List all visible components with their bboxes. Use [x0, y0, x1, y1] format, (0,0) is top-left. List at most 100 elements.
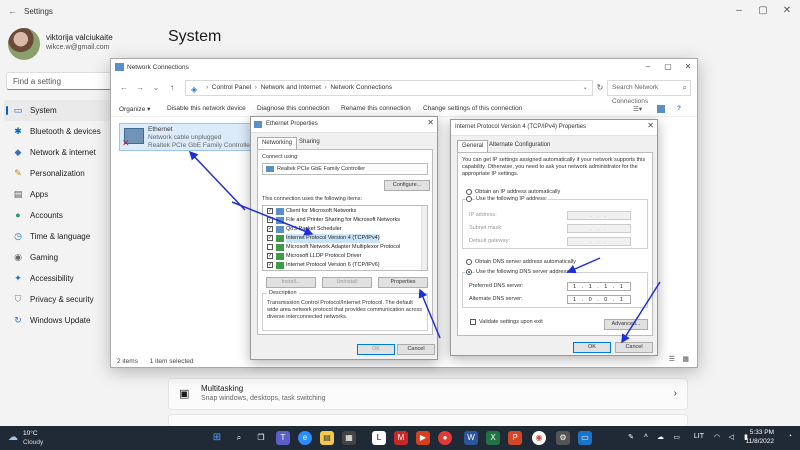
- close-icon[interactable]: ✕: [679, 60, 697, 74]
- breadcrumb-network-internet[interactable]: Network and Internet: [261, 84, 321, 91]
- notification-bell-icon[interactable]: ◔: [788, 433, 792, 440]
- clock-time[interactable]: 5:33 PM: [750, 429, 774, 436]
- back-icon[interactable]: ←: [119, 82, 129, 94]
- cloud-sync-icon[interactable]: ☁: [657, 433, 664, 441]
- checkbox[interactable]: ✓: [267, 217, 273, 223]
- network-connections-taskbar-icon[interactable]: ▭: [578, 431, 592, 445]
- diagnose-connection-button[interactable]: Diagnose this connection: [257, 105, 330, 112]
- pen-icon[interactable]: ✎: [628, 433, 634, 441]
- nav-item-label: Accounts: [30, 211, 63, 220]
- forward-icon[interactable]: →: [135, 82, 145, 94]
- mcafee-icon[interactable]: M: [394, 431, 408, 445]
- checkbox[interactable]: ✓: [267, 253, 273, 259]
- teams-icon[interactable]: T: [276, 431, 290, 445]
- ip-address-field[interactable]: . . .: [567, 211, 631, 220]
- subnet-mask-field[interactable]: . . .: [567, 224, 631, 233]
- tab-networking[interactable]: Networking: [257, 137, 298, 149]
- obtain-dns-auto-radio[interactable]: [466, 259, 472, 265]
- dialog-title: Internet Protocol Version 4 (TCP/IPv4) P…: [455, 124, 587, 130]
- list-scrollbar[interactable]: [421, 206, 427, 270]
- checkbox[interactable]: [267, 244, 273, 250]
- preferred-dns-field[interactable]: 1 . 1 . 1 . 1: [567, 282, 631, 291]
- avatar[interactable]: [8, 28, 40, 60]
- windows-start-icon[interactable]: ⊞: [210, 431, 224, 445]
- advanced-button[interactable]: Advanced...: [604, 319, 648, 330]
- powerpoint-icon[interactable]: P: [508, 431, 522, 445]
- minimize-icon[interactable]: –: [728, 2, 750, 20]
- chrome-icon[interactable]: ◉: [532, 431, 546, 445]
- ok-button[interactable]: OK: [573, 342, 611, 353]
- change-settings-button[interactable]: Change settings of this connection: [423, 105, 522, 112]
- file-explorer-icon[interactable]: ▤: [320, 431, 334, 445]
- checkbox[interactable]: ✓: [267, 235, 273, 241]
- breadcrumb-control-panel[interactable]: Control Panel: [212, 84, 251, 91]
- organize-button[interactable]: Organize ▾: [119, 105, 150, 113]
- use-following-ip-label[interactable]: Use the following IP address:: [475, 196, 549, 202]
- history-dropdown-icon[interactable]: ⌄: [151, 82, 161, 94]
- configure-button[interactable]: Configure...: [384, 180, 430, 191]
- alternate-dns-field[interactable]: 1 . 0 . 0 . 1: [567, 295, 631, 304]
- language-indicator[interactable]: LIT: [694, 433, 704, 440]
- app-l-icon[interactable]: L: [372, 431, 386, 445]
- default-gateway-field[interactable]: . . .: [567, 237, 631, 246]
- ok-button[interactable]: OK: [357, 344, 395, 355]
- checkbox[interactable]: ✓: [267, 208, 273, 214]
- back-arrow-icon[interactable]: ←: [8, 6, 17, 16]
- tab-general[interactable]: General: [457, 140, 489, 152]
- maximize-icon[interactable]: ▢: [752, 2, 774, 20]
- cancel-button[interactable]: Cancel: [397, 344, 435, 355]
- rename-connection-button[interactable]: Rename this connection: [341, 105, 411, 112]
- cancel-button[interactable]: Cancel: [615, 342, 653, 353]
- store-icon[interactable]: ▦: [342, 431, 356, 445]
- search-icon[interactable]: ⌕: [232, 431, 246, 445]
- properties-button[interactable]: Properties: [378, 277, 428, 288]
- maximize-icon[interactable]: ▢: [659, 60, 677, 74]
- close-icon[interactable]: ✕: [647, 121, 654, 130]
- install-button[interactable]: Install...: [266, 277, 316, 288]
- excel-icon[interactable]: X: [486, 431, 500, 445]
- large-icons-view-icon[interactable]: ▦: [682, 355, 689, 363]
- obtain-dns-auto-label[interactable]: Obtain DNS server address automatically: [475, 259, 576, 265]
- address-bar[interactable]: ◈ › Control Panel › Network and Internet…: [185, 80, 593, 96]
- multitasking-card[interactable]: ▣ Multitasking Snap windows, desktops, t…: [168, 378, 688, 410]
- breadcrumb-network-connections[interactable]: Network Connections: [330, 84, 392, 91]
- accessibility-icon: ✦: [14, 273, 22, 283]
- refresh-icon[interactable]: ↻: [593, 80, 607, 96]
- search-input[interactable]: Search Network Connections ⌕: [607, 80, 691, 105]
- use-following-dns-label[interactable]: Use the following DNS server addresses:: [475, 269, 578, 275]
- minimize-icon[interactable]: –: [639, 60, 657, 74]
- help-icon[interactable]: ?: [677, 105, 681, 112]
- record-icon[interactable]: ●: [438, 431, 452, 445]
- up-icon[interactable]: ↑: [167, 82, 177, 94]
- obtain-ip-auto-radio[interactable]: [466, 189, 472, 195]
- tab-sharing[interactable]: Sharing: [295, 137, 324, 149]
- validate-label[interactable]: Validate settings upon exit: [479, 319, 543, 325]
- next-settings-card[interactable]: [168, 414, 688, 426]
- checkbox[interactable]: ✓: [267, 262, 273, 268]
- word-icon[interactable]: W: [464, 431, 478, 445]
- details-view-icon[interactable]: ☰: [669, 355, 675, 363]
- volume-icon[interactable]: ◁: [729, 433, 734, 441]
- close-icon[interactable]: ✕: [427, 118, 434, 127]
- wifi-icon[interactable]: ◠: [714, 433, 720, 441]
- clock-date[interactable]: 11/8/2022: [746, 438, 774, 445]
- close-icon[interactable]: ✕: [776, 2, 798, 20]
- battery-icon[interactable]: ▭: [673, 433, 680, 441]
- use-following-ip-radio[interactable]: [466, 196, 472, 202]
- task-view-icon[interactable]: ❐: [254, 431, 268, 445]
- validate-checkbox[interactable]: [470, 319, 476, 325]
- edge-icon[interactable]: e: [298, 431, 312, 445]
- use-following-dns-radio[interactable]: [466, 269, 472, 275]
- uninstall-button[interactable]: Uninstall: [322, 277, 372, 288]
- obtain-ip-auto-label[interactable]: Obtain an IP address automatically: [475, 189, 560, 195]
- video-app-icon[interactable]: ▶: [416, 431, 430, 445]
- chevron-up-icon[interactable]: ˄: [644, 433, 648, 440]
- address-dropdown-icon[interactable]: ⌄: [583, 81, 588, 95]
- disable-device-button[interactable]: Disable this network device: [167, 105, 246, 112]
- preview-pane-icon[interactable]: [657, 105, 665, 113]
- settings-gear-icon[interactable]: ⚙: [556, 431, 570, 445]
- checkbox[interactable]: ✓: [267, 226, 273, 232]
- view-options-icon[interactable]: ☰▾: [633, 105, 642, 113]
- tab-alternate-configuration[interactable]: Alternate Configuration: [485, 140, 554, 152]
- ethernet-adapter-item[interactable]: ✕ Ethernet Network cable unplugged Realt…: [119, 123, 259, 151]
